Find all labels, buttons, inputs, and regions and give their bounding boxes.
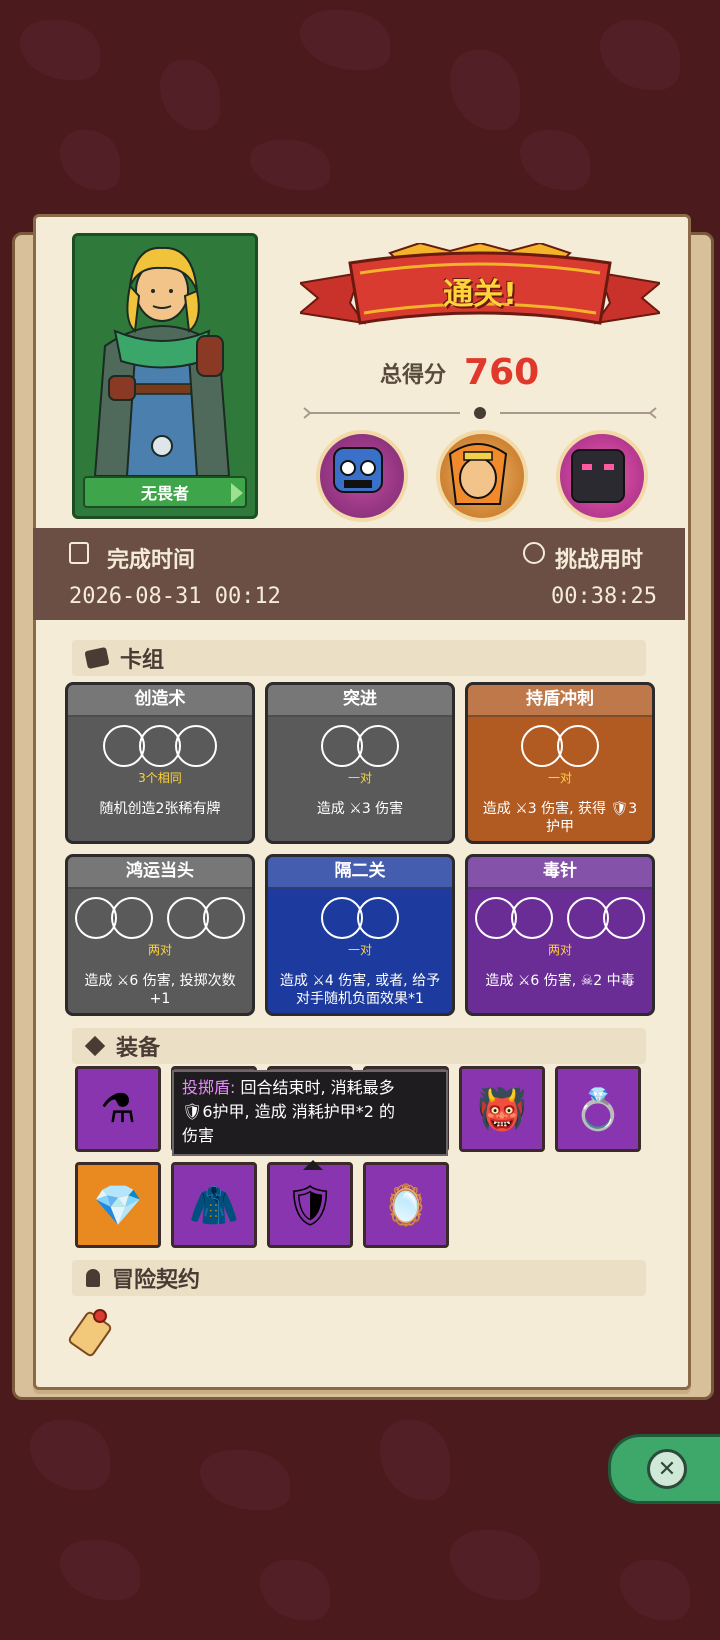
hero-name: 无畏者 bbox=[83, 476, 247, 508]
equipment-slot[interactable]: 🪞 bbox=[363, 1162, 449, 1248]
victory-banner: 通关! bbox=[297, 241, 663, 343]
equipment-slot[interactable]: 💍 bbox=[555, 1066, 641, 1152]
dice-slot bbox=[357, 897, 399, 939]
equipment-slot[interactable]: 👹 bbox=[459, 1066, 545, 1152]
card-description: 随机创造2张稀有牌 bbox=[99, 801, 221, 817]
dice-slot bbox=[175, 725, 217, 767]
tooltip-text-2: 🛡6护甲, 造成 消耗护甲*2 的 bbox=[182, 1102, 396, 1121]
scroll-icon[interactable] bbox=[66, 1302, 118, 1358]
card-name: 鸿运当头 bbox=[68, 857, 252, 889]
box-icon bbox=[84, 1035, 106, 1057]
shield-icon: 🛡 bbox=[284, 1182, 336, 1229]
boss-divider bbox=[303, 407, 657, 419]
demon-mask-icon: 👹 bbox=[477, 1086, 527, 1133]
boss-portrait-2[interactable] bbox=[436, 430, 528, 522]
cards-icon bbox=[84, 646, 110, 670]
card-description: 造成 ⚔3 伤害, 获得 🛡3 护甲 bbox=[482, 801, 638, 835]
deck-card[interactable]: 突进一对造成 ⚔3 伤害 bbox=[265, 682, 455, 844]
dice-slot bbox=[511, 897, 553, 939]
equipment-slot[interactable]: 🛡 bbox=[267, 1162, 353, 1248]
equipment-slot[interactable]: ⚗ bbox=[75, 1066, 161, 1152]
dice-slots bbox=[468, 725, 652, 767]
mirror-icon: 🪞 bbox=[381, 1182, 431, 1229]
score-value: 760 bbox=[464, 352, 540, 393]
boss-portrait-1[interactable] bbox=[316, 430, 408, 522]
contract-section-header: 冒险契约 bbox=[72, 1260, 646, 1296]
boss-portrait-3[interactable] bbox=[556, 430, 648, 522]
close-icon: ✕ bbox=[647, 1449, 687, 1489]
dice-slots bbox=[68, 725, 252, 767]
card-name: 创造术 bbox=[68, 685, 252, 717]
deck-card[interactable]: 创造术 3个相同随机创造2张稀有牌 bbox=[65, 682, 255, 844]
deck-card[interactable]: 持盾冲刺一对造成 ⚔3 伤害, 获得 🛡3 护甲 bbox=[465, 682, 655, 844]
time-band: 完成时间 2026-08-31 00:12 挑战用时 00:38:25 bbox=[33, 528, 685, 620]
card-condition: 一对 bbox=[547, 771, 572, 785]
duration-label: 挑战用时 bbox=[555, 548, 644, 573]
dark-golem-icon bbox=[571, 449, 625, 503]
card-condition: 一对 bbox=[347, 771, 372, 785]
equipment-title: 装备 bbox=[116, 1036, 161, 1061]
score-row: 总得分 760 bbox=[380, 352, 539, 393]
card-condition: 3个相同 bbox=[138, 771, 182, 785]
dice-slots bbox=[468, 897, 652, 939]
tooltip-pointer bbox=[303, 1160, 323, 1170]
dice-slot bbox=[111, 897, 153, 939]
dice-slot bbox=[357, 725, 399, 767]
victory-title: 通关! bbox=[443, 277, 517, 312]
emerald-icon: 💎 bbox=[93, 1182, 143, 1229]
dice-slots bbox=[268, 725, 452, 767]
duration-value: 00:38:25 bbox=[551, 584, 657, 609]
finish-time-value: 2026-08-31 00:12 bbox=[69, 584, 281, 609]
card-condition: 两对 bbox=[547, 943, 572, 957]
tooltip-text-1: 回合结束时, 消耗最多 bbox=[235, 1078, 395, 1097]
dice-slot bbox=[203, 897, 245, 939]
deck-card[interactable]: 鸿运当头两对造成 ⚔6 伤害, 投掷次数 +1 bbox=[65, 854, 255, 1016]
person-icon bbox=[86, 1269, 100, 1287]
dice-slot bbox=[557, 725, 599, 767]
card-name: 持盾冲刺 bbox=[468, 685, 652, 717]
card-description: 造成 ⚔6 伤害, 投掷次数 +1 bbox=[84, 973, 236, 1007]
card-name: 毒针 bbox=[468, 857, 652, 889]
dice-slots bbox=[68, 897, 252, 939]
close-button[interactable]: ✕ bbox=[608, 1434, 720, 1504]
deck-section-header: 卡组 bbox=[72, 640, 646, 676]
card-description: 造成 ⚔4 伤害, 或者, 给予对手随机负面效果*1 bbox=[279, 973, 441, 1007]
card-name: 隔二关 bbox=[268, 857, 452, 889]
dice-slots bbox=[268, 897, 452, 939]
hero-portrait[interactable]: 无畏者 bbox=[72, 233, 258, 519]
equipment-section-header: 装备 bbox=[72, 1028, 646, 1064]
next-hero-arrow-icon[interactable] bbox=[231, 483, 243, 503]
equipment-tooltip: 投掷盾: 回合结束时, 消耗最多 🛡6护甲, 造成 消耗护甲*2 的 伤害 bbox=[172, 1070, 448, 1156]
cloth-icon: 🧥 bbox=[189, 1182, 239, 1229]
calendar-icon bbox=[69, 542, 89, 564]
ring-icon: 💍 bbox=[573, 1086, 623, 1133]
tooltip-text-3: 伤害 bbox=[182, 1126, 215, 1145]
dice-slot bbox=[603, 897, 645, 939]
potion-icon: ⚗ bbox=[100, 1086, 136, 1132]
equipment-slot[interactable]: 💎 bbox=[75, 1162, 161, 1248]
score-label: 总得分 bbox=[380, 362, 447, 388]
stopwatch-icon bbox=[523, 542, 545, 564]
card-description: 造成 ⚔3 伤害 bbox=[316, 801, 404, 817]
card-condition: 两对 bbox=[147, 943, 172, 957]
contract-title: 冒险契约 bbox=[112, 1268, 201, 1293]
deck-title: 卡组 bbox=[120, 648, 165, 673]
card-condition: 一对 bbox=[347, 943, 372, 957]
equipment-slot[interactable]: 🧥 bbox=[171, 1162, 257, 1248]
card-description: 造成 ⚔6 伤害, ☠2 中毒 bbox=[485, 973, 635, 989]
monster-mask-icon bbox=[333, 447, 383, 493]
tooltip-item-name: 投掷盾: bbox=[182, 1078, 236, 1097]
hero-illustration bbox=[93, 246, 231, 477]
finish-time-label: 完成时间 bbox=[107, 548, 196, 573]
deck-card[interactable]: 毒针两对造成 ⚔6 伤害, ☠2 中毒 bbox=[465, 854, 655, 1016]
card-name: 突进 bbox=[268, 685, 452, 717]
warrior-face-icon bbox=[448, 443, 508, 505]
deck-card[interactable]: 隔二关一对造成 ⚔4 伤害, 或者, 给予对手随机负面效果*1 bbox=[265, 854, 455, 1016]
